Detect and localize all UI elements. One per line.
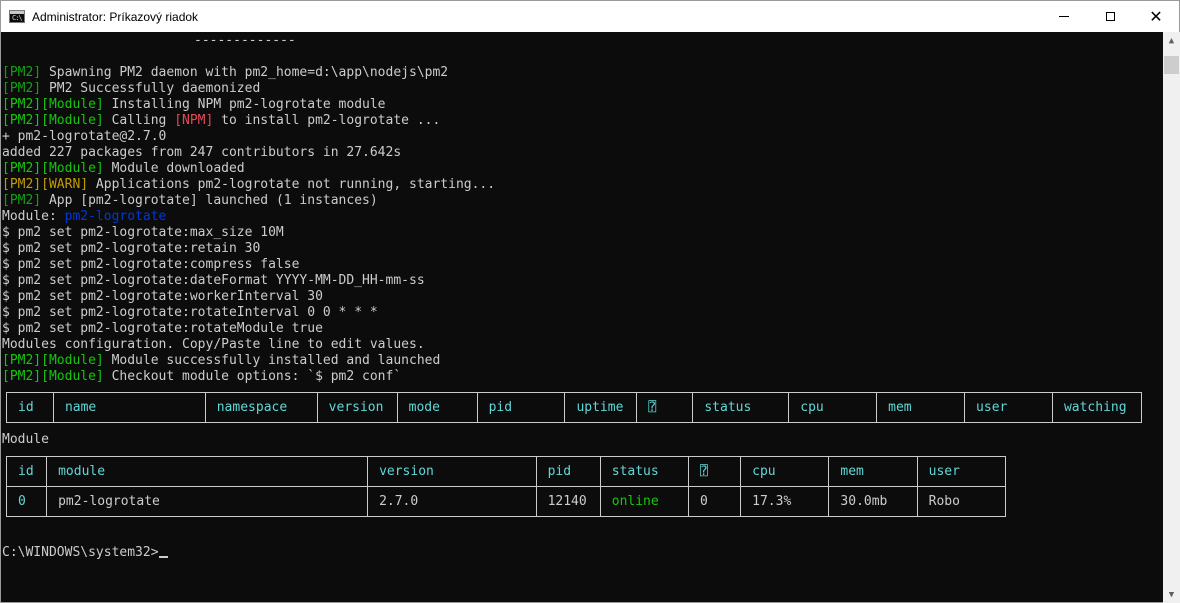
- maximize-icon: [1105, 12, 1115, 21]
- console-line: [PM2][Module] Checkout module options: `…: [2, 369, 401, 385]
- table-cell: 2.7.0: [367, 486, 537, 517]
- table-header-cell: version: [316, 392, 398, 423]
- cmd-icon[interactable]: C:\: [9, 10, 25, 23]
- pm2-tag: [PM2]: [2, 65, 42, 80]
- line-text: Module:: [2, 209, 65, 224]
- table-header-cell: mem: [876, 392, 966, 423]
- console-line: $ pm2 set pm2-logrotate:workerInterval 3…: [2, 289, 323, 304]
- cmd-icon-glyph: C:\: [12, 14, 23, 22]
- title-bar[interactable]: C:\ Administrator: Príkazový riadok ✕: [1, 1, 1179, 32]
- process-table: id name namespace version mode pid uptim…: [6, 392, 1143, 423]
- console-line: $ pm2 set pm2-logrotate:max_size 10M: [2, 225, 284, 240]
- table-cell: 17.3%: [740, 486, 830, 517]
- table-cell: pm2-logrotate: [46, 486, 369, 517]
- console-line: [PM2][Module] Module downloaded: [2, 161, 245, 177]
- module-tag: [PM2][Module]: [2, 97, 104, 112]
- table-header-cell: user: [916, 456, 1007, 487]
- table-cell: 12140: [535, 486, 601, 517]
- table-header-cell: mem: [828, 456, 918, 487]
- line-text: Checkout module options: `$ pm2 conf`: [103, 369, 402, 384]
- console-line: + pm2-logrotate@2.7.0: [2, 129, 167, 144]
- console-line: Module: pm2-logrotate: [2, 209, 166, 225]
- minimize-button[interactable]: [1041, 1, 1087, 32]
- close-icon: ✕: [1149, 6, 1163, 26]
- console-line: added 227 packages from 247 contributors…: [2, 145, 402, 160]
- scrollbar-thumb[interactable]: [1164, 56, 1179, 74]
- table-header-cell: cpu: [740, 456, 830, 487]
- status-badge: online: [599, 486, 690, 517]
- console-line: $ pm2 set pm2-logrotate:compress false: [2, 257, 300, 272]
- line-text: to install pm2-logrotate ...: [213, 113, 441, 128]
- console-line: $ pm2 set pm2-logrotate:rotateModule tru…: [2, 321, 323, 336]
- scroll-up-icon[interactable]: ▲: [1163, 32, 1180, 49]
- line-text: Installing NPM pm2-logrotate module: [103, 97, 386, 112]
- console-line: [PM2] PM2 Successfully daemonized: [2, 81, 260, 97]
- table-header-cell: status: [692, 392, 790, 423]
- table-header-cell: version: [367, 456, 537, 487]
- separator-line: -------------: [194, 33, 296, 48]
- line-text: App [pm2-logrotate] launched (1 instance…: [41, 193, 378, 208]
- console-line: [PM2][Module] Calling [NPM] to install p…: [2, 113, 440, 129]
- command-prompt-window: C:\ Administrator: Príkazový riadok ✕ --…: [0, 0, 1180, 603]
- text-cursor: [158, 556, 168, 558]
- npm-tag: [NPM]: [174, 113, 214, 128]
- console-line: [PM2] Spawning PM2 daemon with pm2_home=…: [2, 65, 448, 81]
- table-header-cell: module: [46, 456, 369, 487]
- table-header-cell: uptime: [564, 392, 638, 423]
- console-line: [PM2][WARN] Applications pm2-logrotate n…: [2, 177, 495, 193]
- module-tag: [PM2][Module]: [2, 161, 104, 176]
- console-output[interactable]: ------------- [PM2] Spawning PM2 daemon …: [2, 32, 1163, 603]
- console-line: Modules configuration. Copy/Paste line t…: [2, 337, 425, 352]
- vertical-scrollbar[interactable]: ▲ ▼: [1163, 32, 1180, 603]
- line-text: Applications pm2-logrotate not running, …: [88, 177, 496, 192]
- table-header-row: id name namespace version mode pid uptim…: [6, 392, 1143, 423]
- console-line: $ pm2 set pm2-logrotate:retain 30: [2, 241, 261, 256]
- table-header-cell: cpu: [788, 392, 878, 423]
- line-text: Module successfully installed and launch…: [103, 353, 441, 368]
- table-header-cell: mode: [396, 392, 478, 423]
- table-header-cell: namespace: [204, 392, 318, 423]
- table-cell: 30.0mb: [828, 486, 918, 517]
- console-line: [PM2] App [pm2-logrotate] launched (1 in…: [2, 193, 378, 209]
- module-tag: [PM2][Module]: [2, 353, 104, 368]
- table-header-row: id module version pid status ⍰ cpu mem u…: [5, 456, 1007, 487]
- table-header-cell: ⍰: [636, 392, 694, 423]
- module-tag: [PM2][Module]: [2, 113, 104, 128]
- table-cell: 0: [5, 486, 48, 517]
- table-cell: 0: [687, 486, 742, 517]
- table-header-cell: id: [6, 392, 54, 423]
- warn-tag: [PM2][WARN]: [2, 177, 89, 192]
- line-text: PM2 Successfully daemonized: [41, 81, 261, 96]
- table-cell: Robo: [916, 486, 1007, 517]
- module-table: id module version pid status ⍰ cpu mem u…: [5, 456, 1007, 517]
- console-line: $ pm2 set pm2-logrotate:rotateInterval 0…: [2, 305, 378, 320]
- console-line: [PM2][Module] Module successfully instal…: [2, 353, 440, 369]
- table-header-cell: pid: [476, 392, 566, 423]
- window-title: Administrator: Príkazový riadok: [32, 10, 199, 24]
- table-header-cell: ⍰: [687, 456, 742, 487]
- close-button[interactable]: ✕: [1133, 1, 1179, 32]
- console-line: $ pm2 set pm2-logrotate:dateFormat YYYY-…: [2, 273, 425, 288]
- table-header-cell: status: [599, 456, 690, 487]
- module-name: pm2-logrotate: [64, 209, 167, 224]
- table-header-cell: id: [5, 456, 48, 487]
- prompt-text: C:\WINDOWS\system32>: [2, 545, 159, 560]
- module-label: Module: [2, 432, 49, 447]
- table-header-cell: watching: [1051, 392, 1143, 423]
- maximize-button[interactable]: [1087, 1, 1133, 32]
- table-header-cell: name: [52, 392, 206, 423]
- scroll-down-icon[interactable]: ▼: [1163, 586, 1180, 603]
- command-prompt-line[interactable]: C:\WINDOWS\system32>: [2, 545, 168, 561]
- table-header-cell: user: [964, 392, 1053, 423]
- table-header-cell: pid: [535, 456, 601, 487]
- table-row: 0 pm2-logrotate 2.7.0 12140 online 0 17.…: [5, 486, 1007, 517]
- console-line: [PM2][Module] Installing NPM pm2-logrota…: [2, 97, 386, 113]
- module-tag: [PM2][Module]: [2, 369, 104, 384]
- line-text: Module downloaded: [103, 161, 245, 176]
- line-text: Spawning PM2 daemon with pm2_home=d:\app…: [41, 65, 449, 80]
- pm2-tag: [PM2]: [2, 193, 42, 208]
- minimize-icon: [1059, 16, 1069, 17]
- line-text: Calling: [103, 113, 175, 128]
- pm2-tag: [PM2]: [2, 81, 42, 96]
